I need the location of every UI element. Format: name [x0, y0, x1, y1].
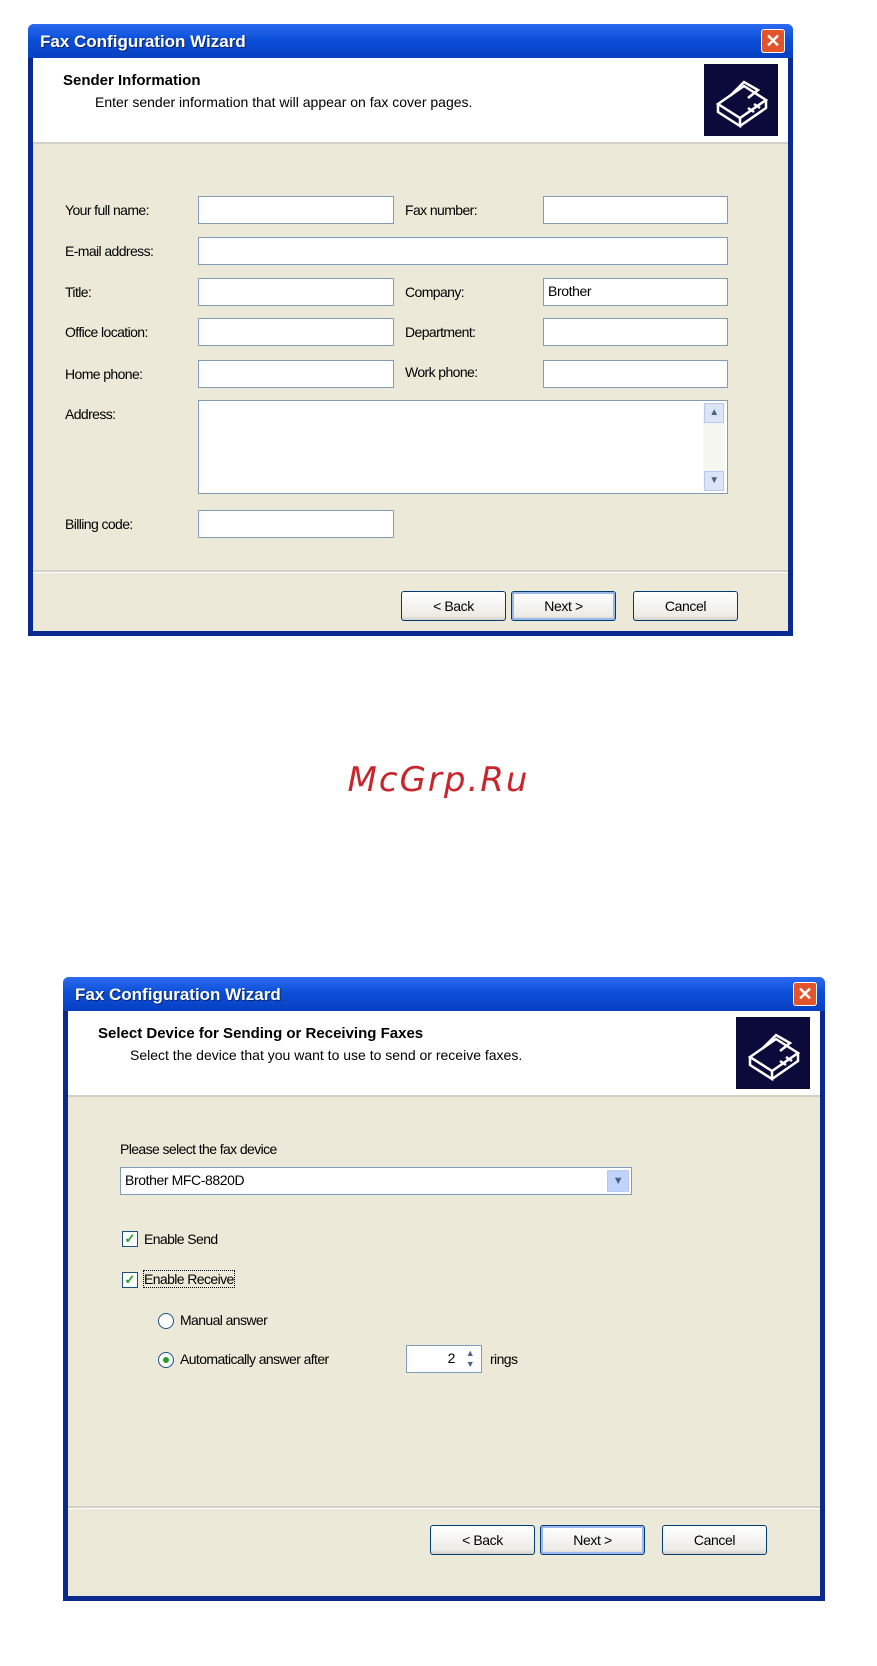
title-bar[interactable]: Fax Configuration Wizard ✕	[63, 977, 825, 1011]
rings-spinner[interactable]: 2 ▲ ▼	[406, 1345, 482, 1373]
chevron-down-icon[interactable]: ▼	[607, 1170, 629, 1192]
address-label: Address:	[65, 406, 116, 422]
department-label: Department:	[405, 324, 476, 340]
select-device-dialog: Fax Configuration Wizard ✕ Select Device…	[63, 977, 825, 1601]
close-button[interactable]: ✕	[761, 29, 785, 53]
enable-send-checkbox[interactable]: ✓	[122, 1231, 138, 1247]
work-phone-label: Work phone:	[405, 364, 478, 380]
title-bar[interactable]: Fax Configuration Wizard ✕	[28, 24, 793, 58]
department-input[interactable]	[543, 318, 728, 346]
spin-down-icon[interactable]: ▼	[461, 1359, 479, 1370]
dialog-body: Sender Information Enter sender informat…	[33, 58, 788, 631]
header-subtitle: Select the device that you want to use t…	[130, 1047, 523, 1063]
enable-receive-label[interactable]: Enable Receive	[143, 1270, 235, 1288]
close-icon: ✕	[797, 984, 813, 1004]
dialog-body: Select Device for Sending or Receiving F…	[68, 1011, 820, 1596]
window-title: Fax Configuration Wizard	[40, 32, 246, 51]
scroll-up-icon[interactable]: ▲	[704, 403, 724, 423]
fax-machine-icon	[704, 64, 778, 136]
header-title: Sender Information	[63, 72, 201, 89]
auto-answer-radio[interactable]	[158, 1352, 174, 1368]
footer-divider	[68, 1506, 820, 1509]
spin-up-icon[interactable]: ▲	[461, 1348, 479, 1359]
enable-send-label[interactable]: Enable Send	[144, 1231, 218, 1247]
fax-device-select[interactable]: Brother MFC-8820D ▼	[120, 1167, 632, 1195]
billing-code-input[interactable]	[198, 510, 394, 538]
enable-receive-checkbox[interactable]: ✓	[122, 1272, 138, 1288]
billing-code-label: Billing code:	[65, 516, 133, 532]
wizard-header: Sender Information Enter sender informat…	[33, 58, 788, 144]
header-subtitle: Enter sender information that will appea…	[95, 94, 473, 110]
back-button[interactable]: < Back	[430, 1525, 535, 1555]
title-label: Title:	[65, 284, 92, 300]
footer-divider	[33, 570, 788, 573]
device-label: Please select the fax device	[120, 1141, 277, 1157]
title-input[interactable]	[198, 278, 394, 306]
rings-value: 2	[447, 1350, 456, 1366]
work-phone-input[interactable]	[543, 360, 728, 388]
next-button[interactable]: Next >	[540, 1525, 645, 1555]
rings-label: rings	[490, 1351, 518, 1367]
next-button[interactable]: Next >	[511, 591, 616, 621]
back-button[interactable]: < Back	[401, 591, 506, 621]
watermark: McGrp.Ru	[347, 760, 530, 800]
window-title: Fax Configuration Wizard	[75, 985, 281, 1004]
close-icon: ✕	[765, 31, 781, 51]
manual-answer-radio[interactable]	[158, 1313, 174, 1329]
manual-answer-label[interactable]: Manual answer	[180, 1312, 268, 1328]
office-location-input[interactable]	[198, 318, 394, 346]
home-phone-label: Home phone:	[65, 366, 143, 382]
cancel-button[interactable]: Cancel	[633, 591, 738, 621]
close-button[interactable]: ✕	[793, 982, 817, 1006]
full-name-label: Your full name:	[65, 202, 149, 218]
radio-selected-icon	[163, 1357, 169, 1363]
company-input[interactable]: Brother	[543, 278, 728, 306]
auto-answer-label[interactable]: Automatically answer after	[180, 1351, 329, 1367]
cancel-button[interactable]: Cancel	[662, 1525, 767, 1555]
full-name-input[interactable]	[198, 196, 394, 224]
wizard-header: Select Device for Sending or Receiving F…	[68, 1011, 820, 1097]
fax-number-label: Fax number:	[405, 202, 478, 218]
email-label: E-mail address:	[65, 243, 154, 259]
office-location-label: Office location:	[65, 324, 148, 340]
address-textarea[interactable]: ▲ ▼	[198, 400, 728, 494]
email-input[interactable]	[198, 237, 728, 265]
checkmark-icon: ✓	[124, 1272, 136, 1287]
scroll-down-icon[interactable]: ▼	[704, 471, 724, 491]
fax-machine-icon	[736, 1017, 810, 1089]
checkmark-icon: ✓	[124, 1231, 136, 1246]
sender-info-dialog: Fax Configuration Wizard ✕ Sender Inform…	[28, 24, 793, 636]
fax-device-value: Brother MFC-8820D	[125, 1172, 245, 1188]
fax-number-input[interactable]	[543, 196, 728, 224]
company-label: Company:	[405, 284, 465, 300]
address-scrollbar[interactable]: ▲ ▼	[703, 403, 725, 491]
home-phone-input[interactable]	[198, 360, 394, 388]
header-title: Select Device for Sending or Receiving F…	[98, 1025, 424, 1042]
